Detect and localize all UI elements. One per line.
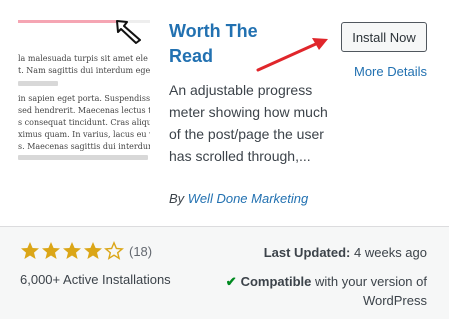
thumbnail-text-line: t. Nam sagittis dui interdum egestas l: [18, 66, 150, 75]
progress-meter: [18, 20, 116, 23]
last-updated-label: Last Updated:: [263, 245, 351, 260]
star-empty-icon: [104, 241, 124, 260]
star-filled-icon: [63, 242, 81, 259]
thumbnail-text-line: ximus quam. In varius, lacus eu viverr: [18, 130, 150, 139]
install-now-button[interactable]: Install Now: [341, 22, 427, 52]
last-updated: Last Updated: 4 weeks ago: [264, 245, 427, 260]
thumbnail-blur: [18, 81, 58, 86]
thumbnail-text-line: la malesuada turpis sit amet ele: [18, 54, 148, 63]
plugin-author: By Well Done Marketing: [169, 191, 308, 206]
author-link[interactable]: Well Done Marketing: [188, 191, 308, 206]
star-filled-icon: [84, 242, 102, 259]
thumbnail-text-line: s consequat tincidunt. Cras aliqua: [18, 118, 150, 127]
checkmark-icon: ✔: [225, 274, 237, 289]
thumbnail-text-line: sed hendrerit. Maecenas lectus tellus,: [18, 106, 150, 115]
star-filled-icon: [21, 242, 39, 259]
more-details-link[interactable]: More Details: [354, 64, 427, 79]
thumbnail-blur: [18, 155, 148, 160]
thumbnail-text-line: in sapien eget porta. Suspendisse ru: [18, 94, 150, 103]
thumbnail-text-line: s. Maecenas sagittis dui interdum: [18, 142, 150, 151]
star-rating: (18): [20, 241, 152, 261]
plugin-card: la malesuada turpis sit amet ele t. Nam …: [0, 0, 449, 319]
star-filled-icon: [42, 242, 60, 259]
active-installations: 6,000+ Active Installations: [20, 272, 171, 287]
author-prefix: By: [169, 191, 188, 206]
compat-strong: Compatible: [240, 274, 312, 289]
last-updated-value: 4 weeks ago: [350, 245, 427, 260]
rating-count[interactable]: (18): [129, 244, 152, 259]
pointer-cursor-icon: [116, 20, 141, 44]
compatibility-status: ✔ Compatible with your version of WordPre…: [217, 272, 427, 310]
compat-rest: with your version of WordPress: [311, 274, 427, 308]
annotation-arrow-icon: [256, 38, 328, 72]
plugin-description: An adjustable progress meter showing how…: [169, 82, 328, 164]
